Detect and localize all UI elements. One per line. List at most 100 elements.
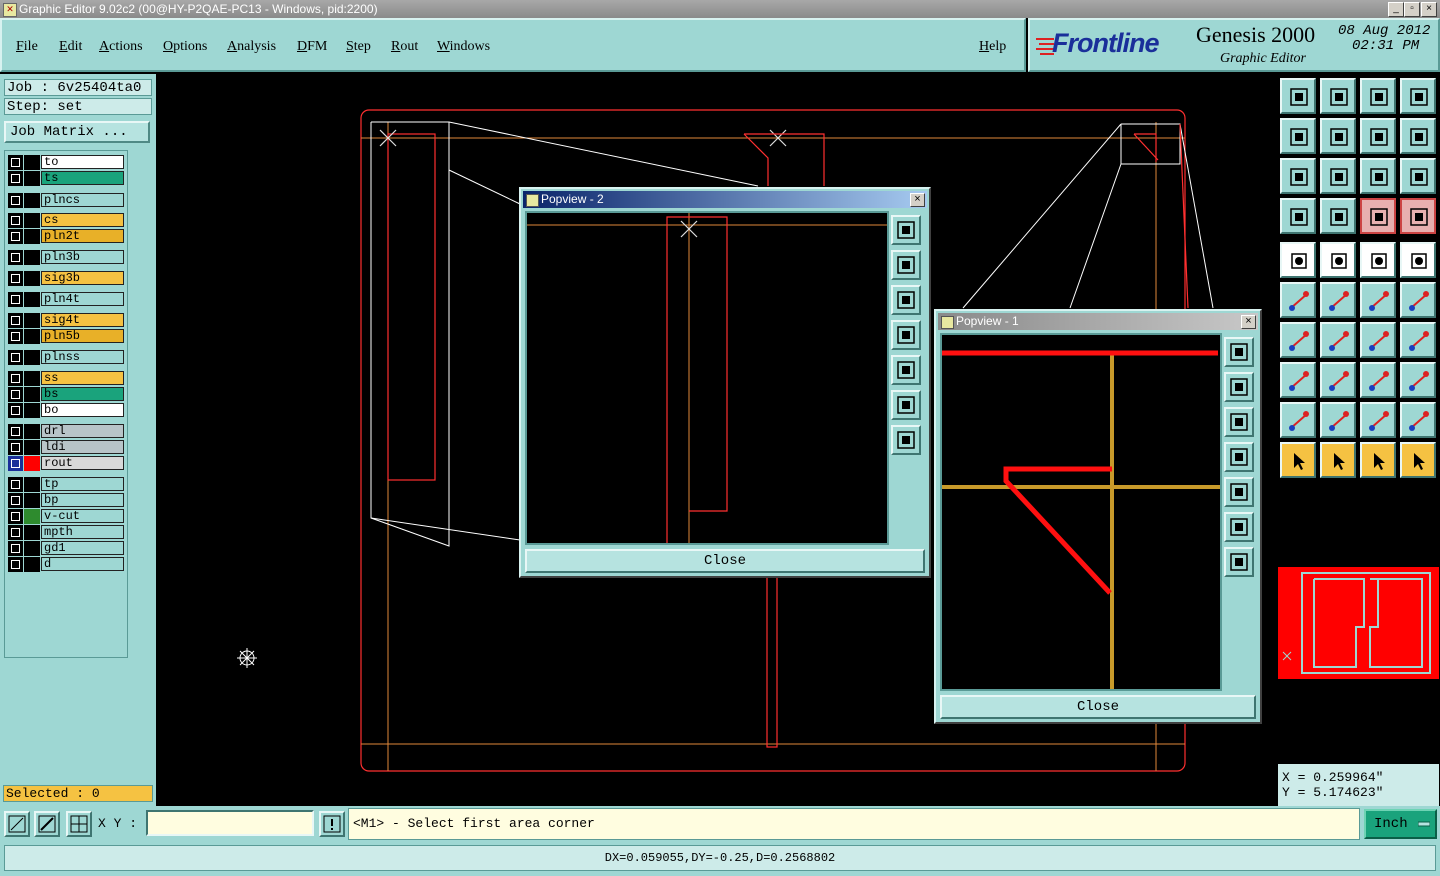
layer-row[interactable]: ts	[8, 171, 126, 186]
home-button[interactable]	[1360, 78, 1396, 114]
job-matrix-button[interactable]: Job Matrix ...	[4, 121, 150, 143]
pan-up-button[interactable]	[891, 250, 921, 280]
menu-actions[interactable]: Actions	[99, 39, 143, 55]
zoom-fit-button[interactable]	[1280, 158, 1316, 194]
layer-checkbox[interactable]	[8, 292, 23, 307]
menu-analysis[interactable]: Analysis	[227, 39, 276, 55]
angle-button[interactable]	[1280, 322, 1316, 358]
layer-checkbox[interactable]	[8, 424, 23, 439]
layer-row[interactable]: d	[8, 557, 126, 572]
layer-row[interactable]: mpth	[8, 525, 126, 540]
zoom-out-button[interactable]	[891, 390, 921, 420]
pan-up-button[interactable]	[1224, 372, 1254, 402]
zoom-in-button[interactable]	[1224, 547, 1254, 577]
pan-left-button[interactable]	[1280, 118, 1316, 154]
menu-options[interactable]: Options	[163, 39, 207, 55]
popview-1-close-x[interactable]: ×	[1241, 315, 1256, 329]
menu-rout[interactable]: Rout	[391, 39, 418, 55]
zoom-out-button[interactable]	[1224, 512, 1254, 542]
snap-point-button[interactable]	[1280, 362, 1316, 398]
layer-checkbox[interactable]	[8, 155, 23, 170]
copy-button[interactable]	[1400, 282, 1436, 318]
pan-right-button[interactable]	[1224, 477, 1254, 507]
measure-button[interactable]	[1360, 362, 1396, 398]
layer-checkbox[interactable]	[8, 329, 23, 344]
measure-button[interactable]	[34, 811, 60, 837]
shape-button[interactable]	[1400, 362, 1436, 398]
menu-step[interactable]: Step	[346, 39, 371, 55]
close-window-button[interactable]: ×	[1421, 2, 1437, 17]
layer-checkbox[interactable]	[8, 387, 23, 402]
zoom-center-button[interactable]	[1320, 158, 1356, 194]
layer-row[interactable]: pln3b	[8, 250, 126, 265]
layer-checkbox[interactable]	[8, 493, 23, 508]
draw-tool-button[interactable]	[1320, 242, 1356, 278]
layer-row[interactable]: pln2t	[8, 229, 126, 244]
pan-left-button[interactable]	[891, 320, 921, 350]
popview-2-view[interactable]	[525, 211, 889, 545]
layer-row[interactable]: to	[8, 155, 126, 170]
layer-row[interactable]: bs	[8, 387, 126, 402]
menu-help[interactable]: Help	[979, 39, 1006, 55]
cut-button[interactable]	[1320, 362, 1356, 398]
layer-checkbox[interactable]	[8, 171, 23, 186]
layer-row[interactable]: v-cut	[8, 509, 126, 524]
layer-row[interactable]: pln5b	[8, 329, 126, 344]
layer-checkbox[interactable]	[8, 271, 23, 286]
help-button[interactable]	[1400, 158, 1436, 194]
maximize-button[interactable]: ▫	[1404, 2, 1420, 17]
step-minimap[interactable]	[1278, 567, 1439, 679]
pad-tool-button[interactable]	[1320, 198, 1356, 234]
select-tool-button[interactable]	[1280, 242, 1316, 278]
scale-button[interactable]	[1360, 158, 1396, 194]
layer-row[interactable]: plnss	[8, 350, 126, 365]
menu-file[interactable]: File	[16, 39, 38, 55]
pointer-button[interactable]	[1280, 442, 1316, 478]
pointer-path-button[interactable]	[1400, 442, 1436, 478]
layer-checkbox[interactable]	[8, 509, 23, 524]
pan-left-button[interactable]	[1224, 442, 1254, 472]
zoom-area-button[interactable]	[4, 811, 30, 837]
layer-row[interactable]: gd1	[8, 541, 126, 556]
layer-row[interactable]: ldi	[8, 440, 126, 455]
fill-button[interactable]	[1400, 322, 1436, 358]
layer-row[interactable]: sig3b	[8, 271, 126, 286]
line-button[interactable]	[1320, 322, 1356, 358]
delete-button[interactable]	[1320, 282, 1356, 318]
layer-checkbox[interactable]	[8, 557, 23, 572]
layer-checkbox[interactable]	[8, 440, 23, 455]
layer-tool2-button[interactable]	[1400, 198, 1436, 234]
pan-down-button[interactable]	[891, 285, 921, 315]
layer-row[interactable]: tp	[8, 477, 126, 492]
layer-checkbox[interactable]	[8, 229, 23, 244]
layer-checkbox[interactable]	[8, 403, 23, 418]
layer-checkbox[interactable]	[8, 525, 23, 540]
ruler-button[interactable]	[1360, 242, 1396, 278]
layer-checkbox[interactable]	[8, 193, 23, 208]
pointer-frame-button[interactable]	[1320, 442, 1356, 478]
line-tool-button[interactable]	[1280, 198, 1316, 234]
pan-button[interactable]	[1320, 78, 1356, 114]
zoom-fit-button[interactable]	[891, 215, 921, 245]
layer-checkbox[interactable]	[8, 213, 23, 228]
minimize-button[interactable]: _	[1388, 2, 1404, 17]
layer-checkbox[interactable]	[8, 250, 23, 265]
layer-row[interactable]: bo	[8, 403, 126, 418]
menu-windows[interactable]: Windows	[437, 39, 490, 55]
popview-1-view[interactable]	[940, 333, 1222, 691]
zoom-home-button[interactable]	[1280, 78, 1316, 114]
xy-input[interactable]	[146, 810, 314, 836]
polygon-button[interactable]	[1320, 402, 1356, 438]
route2-button[interactable]	[1400, 402, 1436, 438]
layer-row[interactable]: bp	[8, 493, 126, 508]
layer-row[interactable]: cs	[8, 213, 126, 228]
snap-button[interactable]	[1400, 118, 1436, 154]
layer-row[interactable]: ss	[8, 371, 126, 386]
layer-checkbox[interactable]	[8, 477, 23, 492]
layer-checkbox[interactable]	[8, 313, 23, 328]
layer-row[interactable]: sig4t	[8, 313, 126, 328]
zoom-in-button[interactable]	[891, 425, 921, 455]
move-button[interactable]	[1360, 282, 1396, 318]
layer-row[interactable]: pln4t	[8, 292, 126, 307]
popview-1-close-button[interactable]: Close	[940, 695, 1256, 719]
